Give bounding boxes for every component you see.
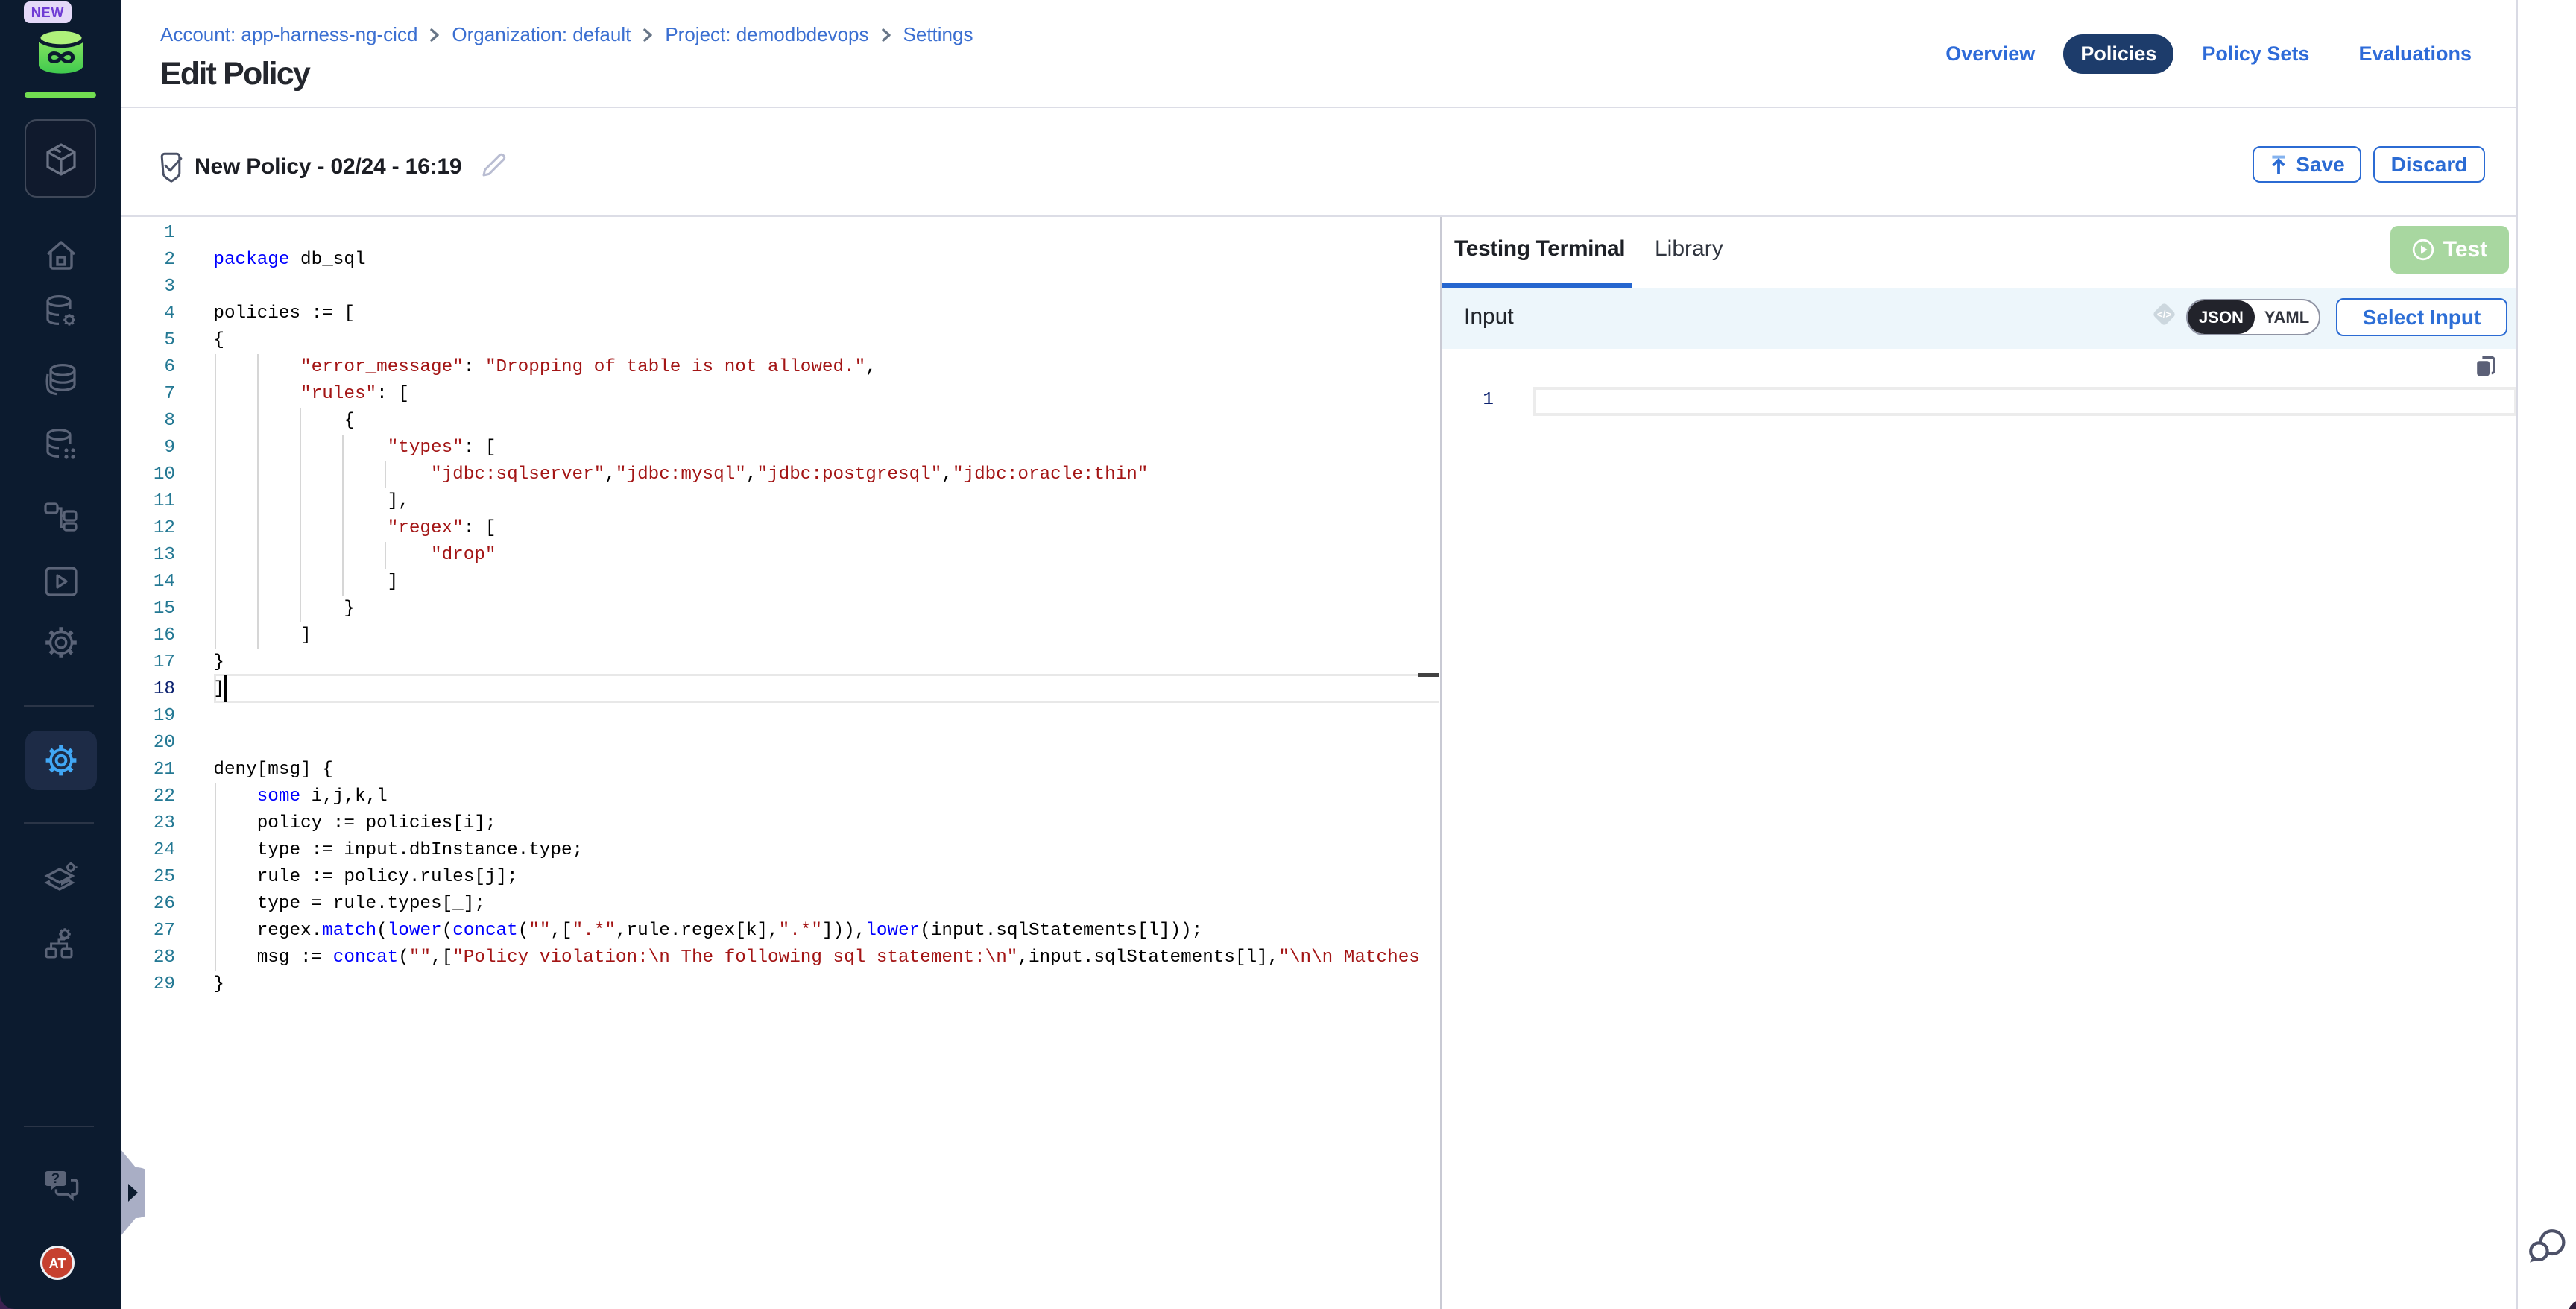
svg-text:</>: </> (2157, 309, 2172, 321)
svg-text:?: ? (51, 1171, 60, 1187)
